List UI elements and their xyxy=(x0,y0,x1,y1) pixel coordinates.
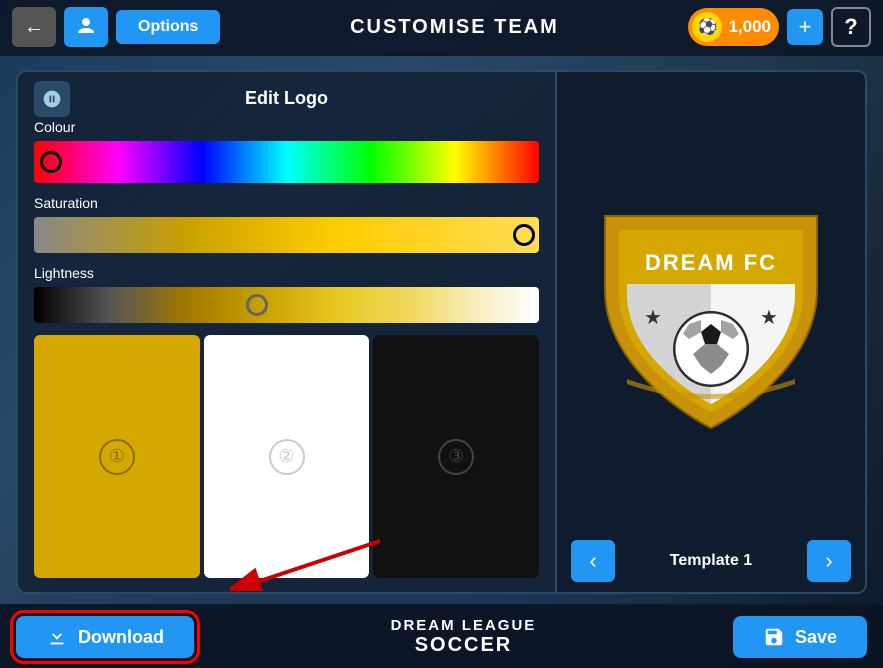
swatch-2[interactable]: ② xyxy=(204,335,370,578)
top-bar-right: ⚽ 1,000 + ? xyxy=(688,7,871,47)
template-next-button[interactable]: › xyxy=(807,540,851,582)
template-prev-button[interactable]: ‹ xyxy=(571,540,615,582)
edit-panel: Edit Logo Colour Saturation Lightness ① xyxy=(16,70,867,594)
back-button[interactable]: ← xyxy=(12,7,56,47)
page-title: CUSTOMISE TEAM xyxy=(220,16,688,39)
swatch-3[interactable]: ③ xyxy=(373,335,539,578)
swatch-3-number: ③ xyxy=(438,439,474,475)
saturation-label: Saturation xyxy=(34,195,539,211)
colour-label: Colour xyxy=(34,119,539,135)
download-button[interactable]: Download xyxy=(16,616,194,658)
brand-dream: DREAM LEAGUE xyxy=(391,618,537,635)
help-button[interactable]: ? xyxy=(831,7,871,47)
save-button[interactable]: Save xyxy=(733,616,867,658)
top-bar-left: ← Options xyxy=(12,7,220,47)
colour-spectrum[interactable] xyxy=(34,141,539,183)
swatch-1-number: ① xyxy=(99,439,135,475)
currency-display: ⚽ 1,000 xyxy=(688,8,779,46)
person-button[interactable] xyxy=(64,7,108,47)
svg-text:★: ★ xyxy=(760,307,778,329)
currency-value: 1,000 xyxy=(728,17,771,37)
panel-title: Edit Logo xyxy=(245,88,328,109)
template-label: Template 1 xyxy=(615,552,807,570)
download-label: Download xyxy=(78,627,164,648)
svg-text:★: ★ xyxy=(644,307,662,329)
bottom-bar: Download DREAM LEAGUE SOCCER Save xyxy=(0,604,883,668)
panel-header: Edit Logo xyxy=(34,82,539,119)
saturation-selector[interactable] xyxy=(513,224,535,246)
add-currency-button[interactable]: + xyxy=(787,9,823,45)
lightness-selector[interactable] xyxy=(246,294,268,316)
main-content: Edit Logo Colour Saturation Lightness ① xyxy=(0,56,883,604)
options-button[interactable]: Options xyxy=(116,10,220,44)
logo-preview-area: DREAM FC ★ ★ xyxy=(567,88,855,540)
edit-logo-icon xyxy=(34,81,70,117)
colour-bar[interactable] xyxy=(34,141,539,183)
lightness-bar[interactable] xyxy=(34,287,539,323)
top-bar: ← Options CUSTOMISE TEAM ⚽ 1,000 + ? xyxy=(0,0,883,56)
preview-side: DREAM FC ★ ★ xyxy=(555,72,865,592)
svg-text:DREAM FC: DREAM FC xyxy=(645,250,777,275)
save-label: Save xyxy=(795,627,837,648)
save-icon xyxy=(763,626,785,648)
saturation-bar[interactable] xyxy=(34,217,539,253)
swatches-row: ① ② ③ xyxy=(34,335,539,578)
swatch-2-number: ② xyxy=(269,439,305,475)
coin-icon: ⚽ xyxy=(692,12,722,42)
brand-soccer: SOCCER xyxy=(415,634,513,656)
brand-logo: DREAM LEAGUE SOCCER xyxy=(391,618,537,657)
download-icon xyxy=(46,626,68,648)
editor-side: Edit Logo Colour Saturation Lightness ① xyxy=(18,72,555,592)
template-nav: ‹ Template 1 › xyxy=(567,540,855,582)
swatch-1[interactable]: ① xyxy=(34,335,200,578)
colour-selector[interactable] xyxy=(40,151,62,173)
lightness-label: Lightness xyxy=(34,265,539,281)
shield-logo: DREAM FC ★ ★ xyxy=(601,194,821,434)
